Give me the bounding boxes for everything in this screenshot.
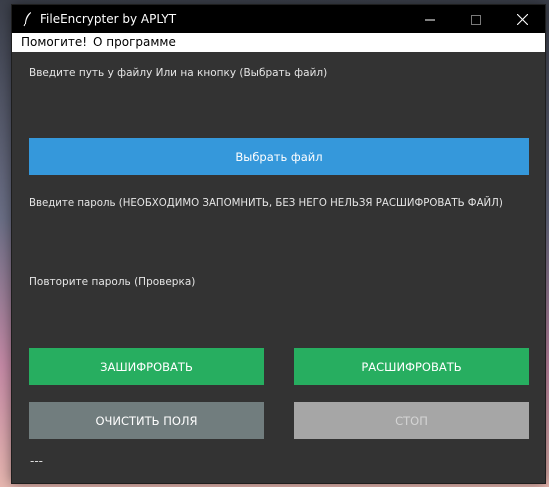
choose-file-label: Выбрать файл	[235, 149, 323, 164]
menu-about[interactable]: О программе	[93, 35, 176, 50]
maximize-button[interactable]	[453, 5, 499, 33]
stop-button[interactable]: СТОП	[294, 402, 529, 439]
password-label: Введите пароль (НЕОБХОДИМО ЗАПОМНИТЬ, БЕ…	[29, 198, 503, 209]
minimize-icon	[425, 10, 435, 29]
decrypt-button[interactable]: РАСШИФРОВАТЬ	[294, 348, 529, 385]
close-icon	[516, 10, 528, 29]
maximize-icon	[471, 10, 481, 29]
clear-fields-button[interactable]: ОЧИСТИТЬ ПОЛЯ	[29, 402, 264, 439]
menu-bar: Помогите! О программе	[12, 33, 545, 52]
title-bar[interactable]: FileEncrypter by APLYT	[12, 5, 545, 33]
app-window: FileEncrypter by APLYT Помогите! О прогр…	[11, 4, 546, 484]
file-path-label: Введите путь у файлу Или на кнопку (Выбр…	[29, 67, 328, 79]
encrypt-label: ЗАШИФРОВАТЬ	[100, 359, 193, 374]
menu-help[interactable]: Помогите!	[21, 35, 87, 50]
encrypt-button[interactable]: ЗАШИФРОВАТЬ	[29, 348, 264, 385]
window-title: FileEncrypter by APLYT	[40, 12, 177, 26]
decrypt-label: РАСШИФРОВАТЬ	[361, 359, 462, 374]
clear-fields-label: ОЧИСТИТЬ ПОЛЯ	[95, 413, 198, 428]
repeat-password-label: Повторите пароль (Проверка)	[29, 276, 196, 288]
status-text: ---	[30, 454, 43, 468]
feather-icon	[22, 11, 34, 27]
choose-file-button[interactable]: Выбрать файл	[29, 138, 529, 175]
close-button[interactable]	[499, 5, 545, 33]
minimize-button[interactable]	[407, 5, 453, 33]
stop-label: СТОП	[395, 413, 428, 428]
